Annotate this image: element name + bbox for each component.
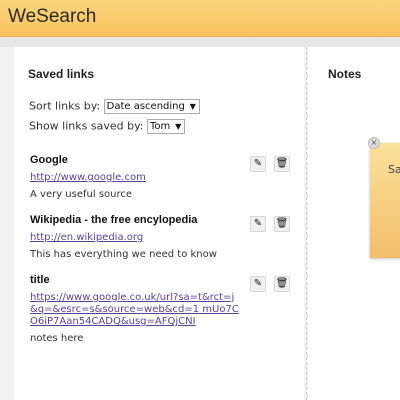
notes-heading: Notes: [328, 67, 362, 81]
item-actions: ✎ 🗑: [247, 271, 290, 292]
sticky-note[interactable]: Sa: [370, 143, 400, 258]
show-label: Show links saved by:: [29, 119, 144, 133]
sort-label: Sort links by:: [29, 99, 101, 113]
pencil-icon[interactable]: ✎: [249, 276, 266, 292]
list-item: Wikipedia - the free encylopedia http://…: [30, 214, 290, 260]
sort-select-value: Date ascending: [106, 101, 185, 112]
link-description: A very useful source: [30, 189, 133, 200]
link-url[interactable]: http://www.google.com: [30, 172, 240, 184]
link-description: notes here: [30, 333, 84, 344]
saved-links-panel: Saved links Sort links by: Date ascendin…: [14, 47, 304, 400]
note-text: Sa: [388, 163, 400, 176]
panel-divider: [306, 47, 307, 400]
show-select[interactable]: Tom ▼: [147, 119, 186, 134]
saved-links-heading: Saved links: [28, 67, 95, 81]
list-item: title https://www.google.co.uk/url?sa=t&…: [30, 274, 290, 344]
list-item: Google http://www.google.com A very usef…: [30, 154, 290, 200]
show-control: Show links saved by: Tom ▼: [29, 119, 186, 134]
app-title: WeSearch: [8, 6, 97, 27]
app-header: WeSearch: [0, 0, 400, 37]
link-description: This has everything we need to know: [30, 249, 217, 260]
trash-icon[interactable]: 🗑: [274, 276, 290, 292]
item-actions: ✎ 🗑: [247, 151, 290, 172]
close-icon[interactable]: ×: [368, 137, 380, 149]
pencil-icon[interactable]: ✎: [249, 216, 266, 232]
trash-icon[interactable]: 🗑: [274, 216, 290, 232]
toolbar-strip: [0, 37, 400, 47]
link-url[interactable]: https://www.google.co.uk/url?sa=t&rct=j&…: [30, 292, 240, 328]
sort-select[interactable]: Date ascending ▼: [103, 99, 200, 114]
show-select-value: Tom: [150, 121, 171, 132]
pencil-icon[interactable]: ✎: [249, 156, 266, 172]
chevron-down-icon: ▼: [189, 102, 196, 111]
sort-control: Sort links by: Date ascending ▼: [29, 99, 200, 114]
trash-icon[interactable]: 🗑: [274, 156, 290, 172]
chevron-down-icon: ▼: [175, 122, 182, 131]
link-url[interactable]: http://en.wikipedia.org: [30, 232, 240, 244]
item-actions: ✎ 🗑: [247, 211, 290, 232]
